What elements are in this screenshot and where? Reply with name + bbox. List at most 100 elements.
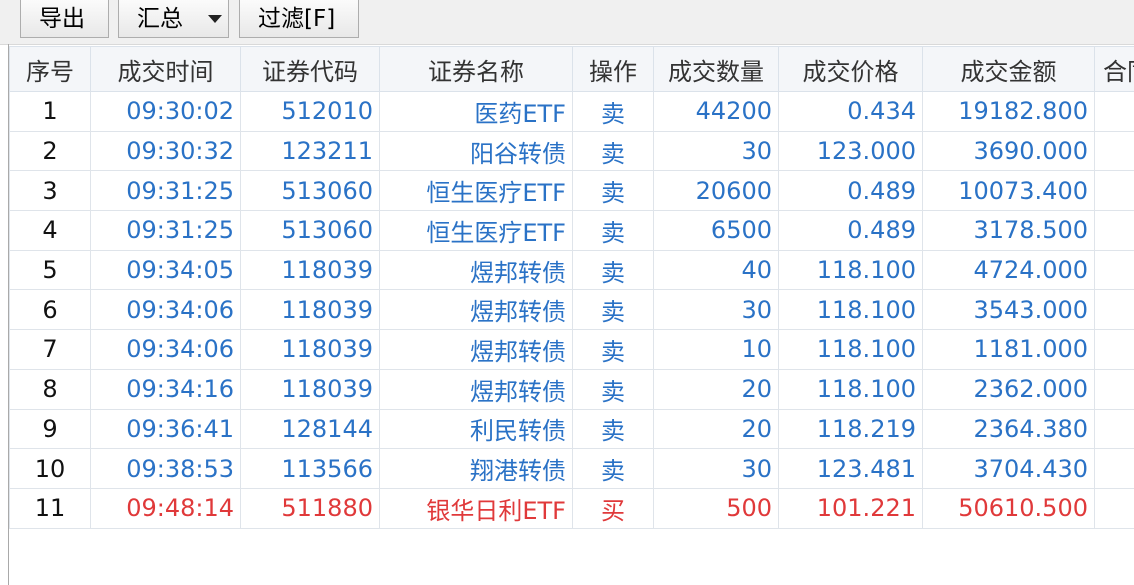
cell-seq: 4 [9, 210, 91, 251]
trade-records-window: 导出 汇总 过滤[F] 序号 成交时间 证券代码 证券名称 操作 成交数量 成交… [0, 0, 1134, 585]
cell-quantity: 44200 [653, 91, 779, 132]
summary-label: 汇总 [137, 6, 183, 32]
column-header-code[interactable]: 证券代码 [240, 46, 380, 92]
cell-operation: 卖 [572, 408, 654, 450]
column-header-amount[interactable]: 成交金额 [922, 46, 1095, 92]
cell-price: 123.000 [778, 130, 923, 172]
table-row[interactable]: 4 09:31:25 513060 恒生医疗ETF 卖 6500 0.489 3… [9, 210, 1134, 251]
cell-quantity: 6500 [653, 210, 779, 251]
cell-seq: 7 [9, 329, 91, 370]
cell-quantity: 500 [653, 487, 779, 529]
filter-button[interactable]: 过滤[F] [239, 0, 359, 38]
table-row[interactable]: 1 09:30:02 512010 医药ETF 卖 44200 0.434 19… [9, 91, 1134, 132]
cell-contract [1094, 448, 1134, 489]
cell-quantity: 30 [653, 130, 779, 172]
column-header-name[interactable]: 证券名称 [379, 46, 573, 92]
table-row[interactable]: 6 09:34:06 118039 煜邦转债 卖 30 118.100 3543… [9, 289, 1134, 331]
cell-name: 煜邦转债 [379, 289, 573, 331]
cell-time: 09:30:32 [90, 130, 241, 172]
cell-amount: 2362.000 [922, 368, 1095, 410]
cell-time: 09:30:02 [90, 91, 241, 132]
cell-quantity: 10 [653, 329, 779, 370]
table-row[interactable]: 9 09:36:41 128144 利民转债 卖 20 118.219 2364… [9, 408, 1134, 450]
cell-code: 118039 [240, 368, 380, 410]
table-row[interactable]: 10 09:38:53 113566 翔港转债 卖 30 123.481 370… [9, 448, 1134, 489]
table-row[interactable]: 11 09:48:14 511880 银华日利ETF 买 500 101.221… [9, 487, 1134, 529]
cell-seq: 9 [9, 408, 91, 450]
cell-quantity: 20 [653, 368, 779, 410]
cell-amount: 4724.000 [922, 249, 1095, 291]
cell-amount: 3704.430 [922, 448, 1095, 489]
cell-quantity: 20 [653, 408, 779, 450]
cell-time: 09:36:41 [90, 408, 241, 450]
column-header-contract[interactable]: 合同 [1094, 46, 1134, 92]
cell-name: 利民转债 [379, 408, 573, 450]
cell-time: 09:31:25 [90, 210, 241, 251]
cell-price: 101.221 [778, 487, 923, 529]
cell-quantity: 30 [653, 289, 779, 331]
cell-name: 银华日利ETF [379, 487, 573, 529]
cell-contract [1094, 329, 1134, 370]
cell-seq: 11 [9, 487, 91, 529]
cell-contract [1094, 91, 1134, 132]
column-header-seq[interactable]: 序号 [9, 46, 91, 92]
cell-price: 118.100 [778, 289, 923, 331]
cell-code: 113566 [240, 448, 380, 489]
cell-contract [1094, 249, 1134, 291]
cell-code: 118039 [240, 329, 380, 370]
cell-operation: 买 [572, 487, 654, 529]
table-row[interactable]: 3 09:31:25 513060 恒生医疗ETF 卖 20600 0.489 … [9, 170, 1134, 212]
cell-contract [1094, 487, 1134, 529]
export-label: 导出 [39, 6, 85, 32]
summary-dropdown-button[interactable]: 汇总 [118, 0, 229, 38]
cell-operation: 卖 [572, 91, 654, 132]
cell-contract [1094, 408, 1134, 450]
cell-price: 118.100 [778, 368, 923, 410]
chevron-down-icon [208, 15, 222, 23]
cell-seq: 10 [9, 448, 91, 489]
cell-amount: 50610.500 [922, 487, 1095, 529]
column-header-price[interactable]: 成交价格 [778, 46, 923, 92]
cell-time: 09:34:16 [90, 368, 241, 410]
cell-quantity: 40 [653, 249, 779, 291]
cell-contract [1094, 170, 1134, 212]
cell-name: 阳谷转债 [379, 130, 573, 172]
cell-quantity: 30 [653, 448, 779, 489]
cell-name: 煜邦转债 [379, 329, 573, 370]
cell-name: 煜邦转债 [379, 368, 573, 410]
cell-name: 恒生医疗ETF [379, 210, 573, 251]
table-row[interactable]: 2 09:30:32 123211 阳谷转债 卖 30 123.000 3690… [9, 130, 1134, 172]
cell-name: 恒生医疗ETF [379, 170, 573, 212]
cell-seq: 2 [9, 130, 91, 172]
cell-code: 123211 [240, 130, 380, 172]
cell-code: 513060 [240, 210, 380, 251]
cell-name: 医药ETF [379, 91, 573, 132]
cell-price: 0.489 [778, 210, 923, 251]
cell-price: 0.434 [778, 91, 923, 132]
cell-amount: 2364.380 [922, 408, 1095, 450]
cell-seq: 1 [9, 91, 91, 132]
cell-operation: 卖 [572, 130, 654, 172]
cell-operation: 卖 [572, 329, 654, 370]
cell-operation: 卖 [572, 170, 654, 212]
cell-code: 118039 [240, 289, 380, 331]
cell-name: 煜邦转债 [379, 249, 573, 291]
cell-seq: 5 [9, 249, 91, 291]
export-button[interactable]: 导出 [20, 0, 109, 38]
cell-seq: 8 [9, 368, 91, 410]
table-row[interactable]: 8 09:34:16 118039 煜邦转债 卖 20 118.100 2362… [9, 368, 1134, 410]
table-row[interactable]: 5 09:34:05 118039 煜邦转债 卖 40 118.100 4724… [9, 249, 1134, 291]
cell-price: 118.219 [778, 408, 923, 450]
cell-time: 09:48:14 [90, 487, 241, 529]
cell-contract [1094, 130, 1134, 172]
table-header-row: 序号 成交时间 证券代码 证券名称 操作 成交数量 成交价格 成交金额 合同 [9, 46, 1134, 92]
cell-amount: 3178.500 [922, 210, 1095, 251]
column-header-time[interactable]: 成交时间 [90, 46, 241, 92]
column-header-quantity[interactable]: 成交数量 [653, 46, 779, 92]
cell-code: 118039 [240, 249, 380, 291]
column-header-operation[interactable]: 操作 [572, 46, 654, 92]
cell-operation: 卖 [572, 210, 654, 251]
table-row[interactable]: 7 09:34:06 118039 煜邦转债 卖 10 118.100 1181… [9, 329, 1134, 370]
trades-table: 序号 成交时间 证券代码 证券名称 操作 成交数量 成交价格 成交金额 合同 1… [9, 46, 1134, 529]
cell-time: 09:31:25 [90, 170, 241, 212]
